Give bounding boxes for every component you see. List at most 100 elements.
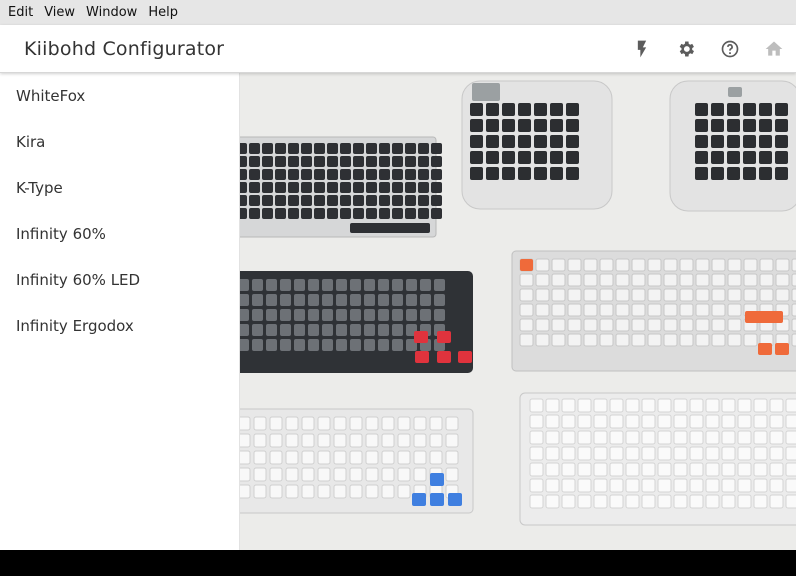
key — [535, 333, 550, 347]
key — [759, 167, 772, 180]
key — [353, 169, 364, 180]
key — [550, 135, 563, 148]
key — [314, 169, 325, 180]
key — [366, 143, 377, 154]
key — [727, 258, 742, 272]
key — [583, 333, 598, 347]
key — [240, 208, 247, 219]
key — [673, 494, 688, 509]
key — [631, 258, 646, 272]
key — [775, 343, 789, 355]
key — [535, 288, 550, 302]
key — [392, 143, 403, 154]
key — [599, 333, 614, 347]
key — [721, 430, 736, 445]
key — [301, 433, 315, 448]
keyboard-item-k-type[interactable]: K-Type — [0, 165, 239, 211]
key — [240, 143, 247, 154]
key — [472, 83, 500, 101]
key — [340, 195, 351, 206]
key — [413, 467, 427, 482]
key — [519, 273, 534, 287]
key — [583, 303, 598, 317]
key — [759, 273, 774, 287]
keyboard-item-kira[interactable]: Kira — [0, 119, 239, 165]
key — [759, 151, 772, 164]
key — [285, 467, 299, 482]
key — [657, 494, 672, 509]
key — [392, 279, 403, 291]
keyboard-item-infinity-ergodox[interactable]: Infinity Ergodox — [0, 303, 239, 349]
key — [625, 398, 640, 413]
menu-edit[interactable]: Edit — [4, 5, 37, 20]
key — [420, 279, 431, 291]
key — [567, 318, 582, 332]
keyboard-item-whitefox[interactable]: WhiteFox — [0, 73, 239, 119]
key — [349, 433, 363, 448]
key — [775, 258, 790, 272]
key — [705, 398, 720, 413]
key — [252, 324, 263, 336]
key — [353, 195, 364, 206]
key — [550, 119, 563, 132]
key — [519, 303, 534, 317]
key — [529, 462, 544, 477]
key — [566, 151, 579, 164]
keyboard-item-infinity-60[interactable]: Infinity 60% — [0, 211, 239, 257]
key — [430, 473, 444, 486]
key — [301, 484, 315, 499]
key — [545, 446, 560, 461]
menu-help[interactable]: Help — [144, 5, 182, 20]
key — [561, 494, 576, 509]
key — [317, 433, 331, 448]
home-button[interactable] — [752, 25, 796, 73]
key — [695, 258, 710, 272]
settings-button[interactable] — [664, 25, 708, 73]
key — [353, 182, 364, 193]
key — [252, 339, 263, 351]
key — [759, 135, 772, 148]
key — [679, 318, 694, 332]
key — [486, 151, 499, 164]
help-button[interactable] — [708, 25, 752, 73]
key — [269, 416, 283, 431]
key — [420, 294, 431, 306]
key — [301, 450, 315, 465]
key — [599, 288, 614, 302]
key — [534, 119, 547, 132]
key — [280, 324, 291, 336]
key — [534, 135, 547, 148]
key — [529, 446, 544, 461]
key — [405, 156, 416, 167]
key — [721, 398, 736, 413]
key — [379, 208, 390, 219]
keyboard-item-infinity-60-led[interactable]: Infinity 60% LED — [0, 257, 239, 303]
flash-button[interactable] — [620, 25, 664, 73]
key — [679, 288, 694, 302]
app-header: Kiibohd Configurator — [0, 25, 796, 73]
key — [769, 398, 784, 413]
key — [535, 273, 550, 287]
key — [502, 151, 515, 164]
key — [721, 478, 736, 493]
key — [336, 309, 347, 321]
key — [566, 135, 579, 148]
key — [262, 169, 273, 180]
key — [431, 208, 442, 219]
key — [745, 311, 783, 323]
key — [275, 169, 286, 180]
key — [378, 309, 389, 321]
key — [364, 339, 375, 351]
key — [314, 195, 325, 206]
key — [689, 494, 704, 509]
menu-view[interactable]: View — [40, 5, 79, 20]
key — [609, 446, 624, 461]
menu-window[interactable]: Window — [82, 5, 141, 20]
key — [308, 339, 319, 351]
key — [785, 462, 796, 477]
key — [249, 169, 260, 180]
key — [647, 258, 662, 272]
key — [397, 450, 411, 465]
key — [566, 167, 579, 180]
key — [785, 430, 796, 445]
